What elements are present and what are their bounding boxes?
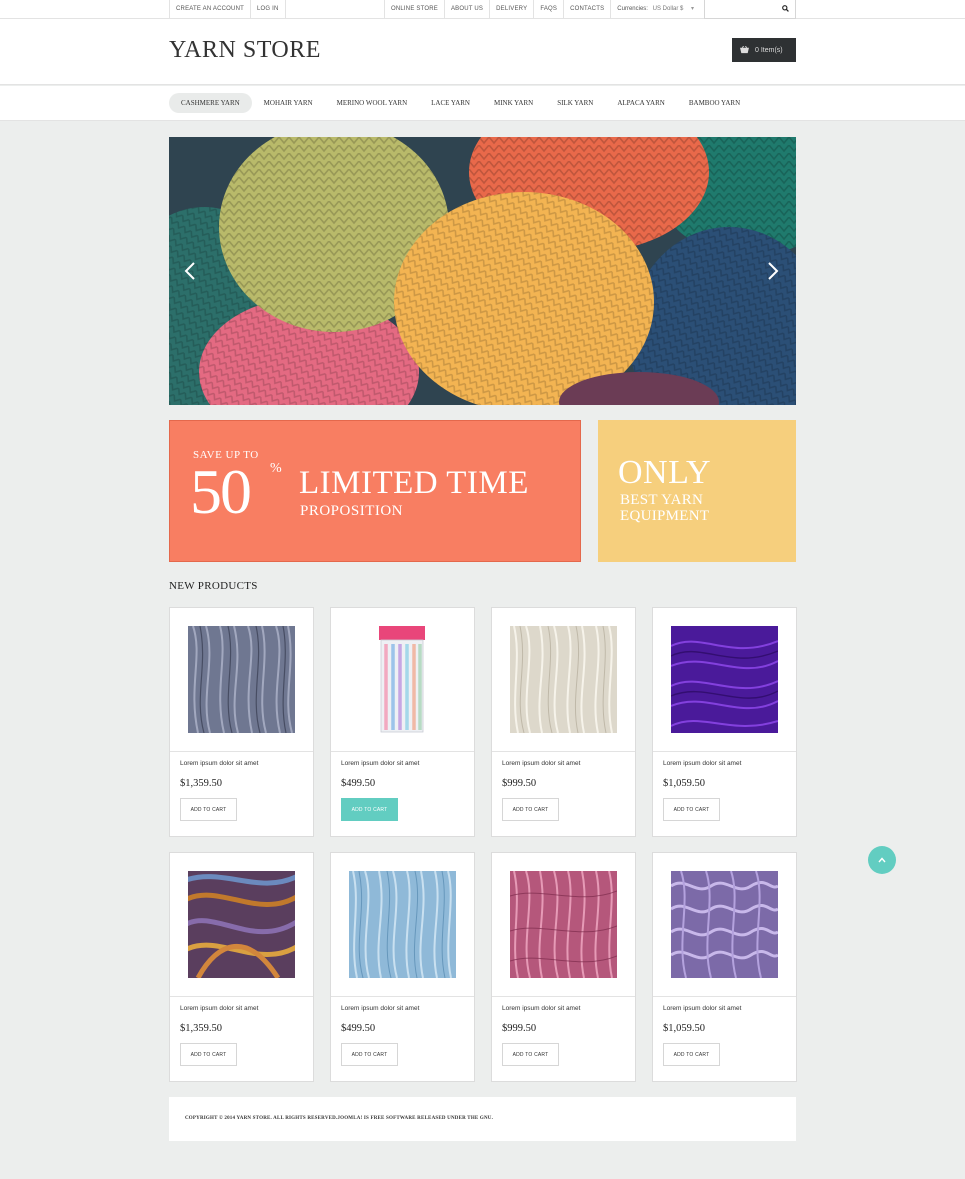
percent-sign: % — [270, 461, 282, 476]
account-links: CREATE AN ACCOUNT LOG IN — [169, 0, 286, 18]
product-name[interactable]: Lorem ipsum dolor sit amet — [180, 1005, 258, 1012]
add-to-cart-button[interactable]: ADD TO CART — [502, 1043, 559, 1066]
add-to-cart-button[interactable]: ADD TO CART — [502, 798, 559, 821]
product-image-area[interactable] — [492, 853, 635, 997]
category-bamboo-yarn[interactable]: BAMBOO YARN — [677, 93, 752, 113]
add-to-cart-button[interactable]: ADD TO CART — [341, 1043, 398, 1066]
product-image — [671, 626, 778, 733]
product-image — [188, 871, 295, 978]
product-image-area[interactable] — [331, 853, 474, 997]
login-link[interactable]: LOG IN — [251, 0, 286, 18]
category-alpaca-yarn[interactable]: ALPACA YARN — [605, 93, 677, 113]
delivery-link[interactable]: DELIVERY — [490, 0, 535, 18]
currency-label: Currencies: — [617, 6, 648, 12]
product-image — [510, 871, 617, 978]
copyright-text: COPYRIGHT © 2014 YARN STORE. ALL RIGHTS … — [185, 1116, 494, 1121]
cart-icon — [740, 46, 749, 54]
product-image-area[interactable] — [170, 853, 313, 997]
product-image-area[interactable] — [492, 608, 635, 752]
product-image — [510, 626, 617, 733]
equipment-banner[interactable]: ONLY BEST YARN EQUIPMENT — [598, 420, 796, 562]
sale-banner[interactable]: SAVE UP TO 50 % LIMITED TIME PROPOSITION — [169, 420, 581, 562]
product-image-area[interactable] — [170, 608, 313, 752]
product-card[interactable]: Lorem ipsum dolor sit amet $1,359.50 ADD… — [169, 607, 314, 837]
category-silk-yarn[interactable]: SILK YARN — [545, 93, 605, 113]
product-card[interactable]: Lorem ipsum dolor sit amet $999.50 ADD T… — [491, 607, 636, 837]
proposition-subtitle: PROPOSITION — [300, 503, 404, 519]
product-price: $499.50 — [341, 1023, 376, 1034]
product-price: $1,059.50 — [663, 1023, 705, 1034]
product-image — [349, 626, 456, 733]
online-store-link[interactable]: ONLINE STORE — [385, 0, 445, 18]
product-name[interactable]: Lorem ipsum dolor sit amet — [502, 760, 580, 767]
product-price: $999.50 — [502, 778, 537, 789]
info-links: ONLINE STORE ABOUT US DELIVERY FAQS CONT… — [384, 0, 737, 18]
product-price: $1,059.50 — [663, 778, 705, 789]
faqs-link[interactable]: FAQS — [534, 0, 565, 18]
search-input[interactable] — [704, 0, 796, 19]
product-image — [671, 871, 778, 978]
hero-slider[interactable] — [169, 137, 796, 405]
product-image-area[interactable] — [653, 608, 796, 752]
add-to-cart-button[interactable]: ADD TO CART — [341, 798, 398, 821]
category-cashmere-yarn[interactable]: CASHMERE YARN — [169, 93, 252, 113]
add-to-cart-button[interactable]: ADD TO CART — [180, 798, 237, 821]
product-name[interactable]: Lorem ipsum dolor sit amet — [663, 760, 741, 767]
discount-number: 50 — [190, 456, 252, 527]
category-mohair-yarn[interactable]: MOHAIR YARN — [252, 93, 325, 113]
cart-button[interactable]: 0 Item(s) — [732, 38, 796, 62]
product-price: $999.50 — [502, 1023, 537, 1034]
top-bar: CREATE AN ACCOUNT LOG IN ONLINE STORE AB… — [0, 0, 965, 19]
product-price: $499.50 — [341, 778, 376, 789]
currency-value: US Dollar $ — [652, 6, 684, 12]
equipment-line-1: BEST YARN — [620, 492, 704, 508]
product-image-area[interactable] — [653, 853, 796, 997]
back-to-top-button[interactable] — [868, 846, 896, 874]
equipment-line-2: EQUIPMENT — [620, 508, 710, 524]
add-to-cart-button[interactable]: ADD TO CART — [663, 1043, 720, 1066]
product-card[interactable]: Lorem ipsum dolor sit amet $1,359.50 ADD… — [169, 852, 314, 1082]
product-image — [188, 626, 295, 733]
product-card[interactable]: Lorem ipsum dolor sit amet $499.50 ADD T… — [330, 607, 475, 837]
site-header: YARN STORE 0 Item(s) — [0, 19, 965, 85]
cart-count: 0 Item(s) — [755, 46, 783, 54]
only-title: ONLY — [618, 454, 712, 491]
footer: COPYRIGHT © 2014 YARN STORE. ALL RIGHTS … — [169, 1097, 796, 1141]
product-card[interactable]: Lorem ipsum dolor sit amet $499.50 ADD T… — [330, 852, 475, 1082]
site-logo[interactable]: YARN STORE — [169, 37, 321, 64]
caret-down-icon: ▾ — [691, 6, 695, 12]
product-name[interactable]: Lorem ipsum dolor sit amet — [663, 1005, 741, 1012]
search-icon[interactable] — [782, 5, 789, 12]
contacts-link[interactable]: CONTACTS — [564, 0, 612, 18]
equipment-subtitle: BEST YARN EQUIPMENT — [620, 492, 709, 524]
category-lace-yarn[interactable]: LACE YARN — [419, 93, 482, 113]
product-card[interactable]: Lorem ipsum dolor sit amet $1,059.50 ADD… — [652, 852, 797, 1082]
product-card[interactable]: Lorem ipsum dolor sit amet $999.50 ADD T… — [491, 852, 636, 1082]
product-name[interactable]: Lorem ipsum dolor sit amet — [502, 1005, 580, 1012]
chevron-right-icon[interactable] — [766, 261, 780, 281]
product-name[interactable]: Lorem ipsum dolor sit amet — [341, 760, 419, 767]
hero-yarn-image — [169, 137, 796, 405]
chevron-left-icon[interactable] — [183, 261, 197, 281]
create-account-link[interactable]: CREATE AN ACCOUNT — [170, 0, 251, 18]
product-image-area[interactable] — [331, 608, 474, 752]
category-mink-yarn[interactable]: MINK YARN — [482, 93, 545, 113]
product-price: $1,359.50 — [180, 1023, 222, 1034]
chevron-up-icon — [878, 857, 886, 863]
product-card[interactable]: Lorem ipsum dolor sit amet $1,059.50 ADD… — [652, 607, 797, 837]
new-products-heading: NEW PRODUCTS — [169, 580, 258, 592]
product-name[interactable]: Lorem ipsum dolor sit amet — [341, 1005, 419, 1012]
add-to-cart-button[interactable]: ADD TO CART — [180, 1043, 237, 1066]
about-us-link[interactable]: ABOUT US — [445, 0, 491, 18]
category-nav: CASHMERE YARN MOHAIR YARN MERINO WOOL YA… — [0, 86, 965, 121]
limited-time-title: LIMITED TIME — [299, 465, 529, 501]
product-price: $1,359.50 — [180, 778, 222, 789]
product-name[interactable]: Lorem ipsum dolor sit amet — [180, 760, 258, 767]
category-merino-wool-yarn[interactable]: MERINO WOOL YARN — [325, 93, 420, 113]
product-image — [349, 871, 456, 978]
add-to-cart-button[interactable]: ADD TO CART — [663, 798, 720, 821]
